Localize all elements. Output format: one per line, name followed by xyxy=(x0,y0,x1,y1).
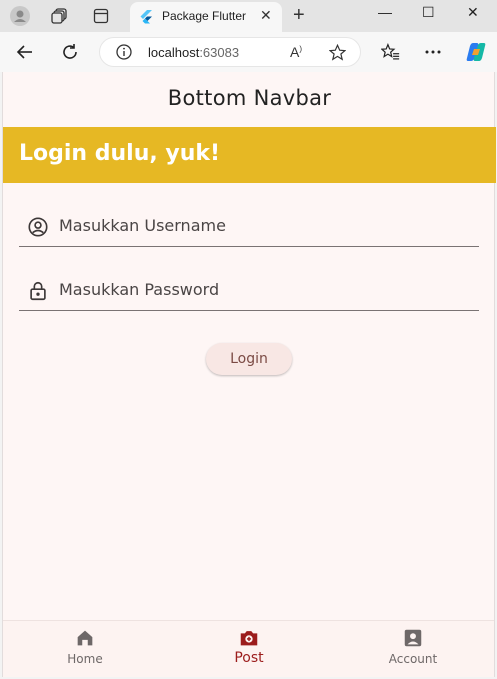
lock-icon xyxy=(30,281,46,301)
maximize-button[interactable]: ☐ xyxy=(422,4,435,20)
close-window-button[interactable]: ✕ xyxy=(467,4,479,20)
site-info-icon[interactable] xyxy=(116,44,132,60)
tab-title: Package Flutter xyxy=(162,9,247,23)
nav-label-post: Post xyxy=(234,650,264,666)
nav-item-account[interactable]: Account xyxy=(363,627,463,666)
workspaces-icon[interactable] xyxy=(50,6,70,26)
read-aloud-icon[interactable]: A) xyxy=(290,44,302,60)
new-tab-button[interactable]: + xyxy=(293,5,305,25)
account-circle-icon xyxy=(28,217,48,237)
login-banner: Login dulu, yuk! xyxy=(3,127,496,183)
login-button[interactable]: Login xyxy=(206,343,292,375)
banner-title: Login dulu, yuk! xyxy=(19,141,221,166)
tab-close-icon[interactable]: ✕ xyxy=(260,9,272,23)
password-placeholder: Masukkan Password xyxy=(59,280,220,299)
back-arrow-icon[interactable] xyxy=(15,42,35,62)
account-box-icon xyxy=(404,629,422,647)
camera-post-icon xyxy=(240,631,258,646)
address-bar[interactable]: localhost:63083 A) xyxy=(99,37,361,67)
minimize-button[interactable]: — xyxy=(378,4,392,20)
flutter-logo-icon xyxy=(140,10,152,24)
refresh-icon[interactable] xyxy=(60,42,80,62)
appbar-title: Bottom Navbar xyxy=(167,86,332,110)
browser-toolbar: localhost:63083 A) xyxy=(0,32,497,72)
password-field[interactable]: Masukkan Password xyxy=(19,270,479,311)
copilot-icon[interactable] xyxy=(465,41,487,63)
app-viewport: Bottom Navbar Login dulu, yuk! Masukkan … xyxy=(2,72,496,677)
favorite-star-icon[interactable] xyxy=(329,44,346,61)
nav-label-account: Account xyxy=(388,652,438,666)
url-text: localhost:63083 xyxy=(148,45,240,60)
nav-item-post[interactable]: Post xyxy=(199,627,299,666)
favorites-icon[interactable] xyxy=(380,42,400,62)
nav-item-home[interactable]: Home xyxy=(35,627,135,666)
tab-actions-icon[interactable] xyxy=(91,6,111,26)
nav-label-home: Home xyxy=(67,652,103,666)
browser-tab-bar: Package Flutter ✕ + — ☐ ✕ xyxy=(0,0,497,32)
more-options-icon[interactable] xyxy=(423,42,443,62)
tab-package-flutter[interactable]: Package Flutter ✕ xyxy=(130,2,282,32)
home-icon xyxy=(77,630,93,646)
username-field[interactable]: Masukkan Username xyxy=(19,206,479,247)
profile-icon[interactable] xyxy=(10,6,30,26)
bottom-navigation: Home Post Account xyxy=(3,620,494,677)
username-placeholder: Masukkan Username xyxy=(59,216,226,235)
